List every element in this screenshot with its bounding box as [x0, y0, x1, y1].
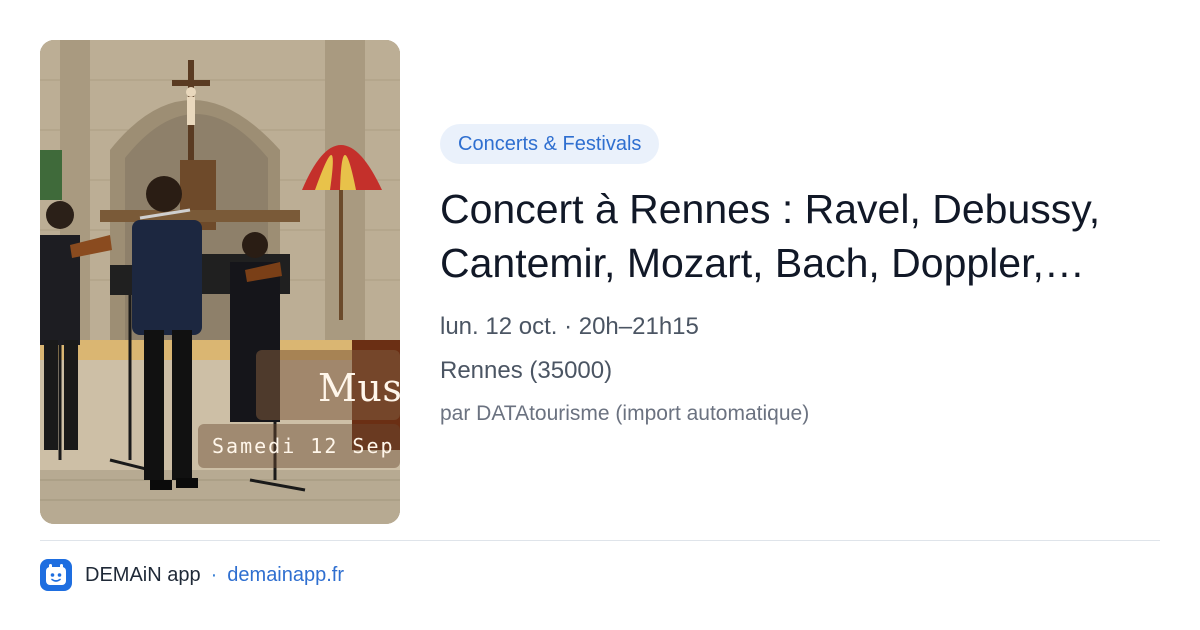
footer-divider — [40, 540, 1160, 541]
app-website-link[interactable]: demainapp.fr — [227, 564, 344, 587]
category-badge[interactable]: Concerts & Festivals — [440, 124, 660, 164]
event-title[interactable]: Concert à Rennes : Ravel, Debussy, Cante… — [440, 182, 1160, 290]
calendar-face-icon — [46, 564, 66, 585]
event-date-time: lun. 12 oct. · 20h–21h15 — [440, 313, 699, 340]
app-logo-icon[interactable] — [40, 559, 72, 591]
footer-separator: · — [210, 563, 218, 586]
app-name: DEMAiN app — [85, 563, 201, 586]
image-overlay-date: Samedi 12 Sep — [212, 434, 395, 458]
footer: DEMAiN app · demainapp.fr — [40, 558, 344, 592]
event-source: par DATAtourisme (import automatique) — [440, 402, 810, 425]
event-location: Rennes (35000) — [440, 357, 613, 384]
event-image[interactable]: Musicâ Samedi 12 Sep — [40, 40, 400, 524]
image-overlay-title: Musicâ — [318, 366, 400, 410]
